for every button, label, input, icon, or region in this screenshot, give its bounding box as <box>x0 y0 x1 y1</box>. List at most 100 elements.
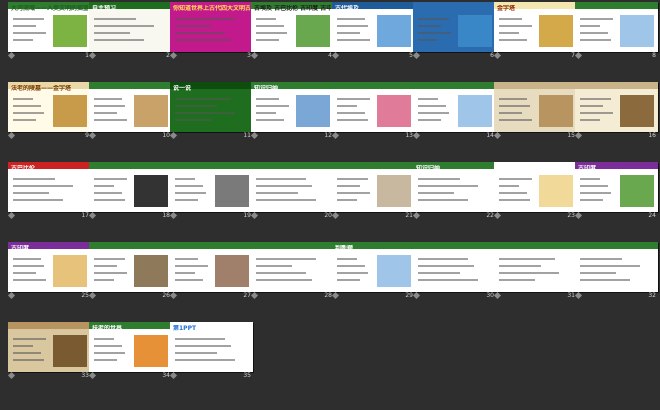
slide-image <box>53 255 87 287</box>
slide-text-line <box>175 39 231 41</box>
slide-text-line <box>580 258 622 260</box>
slide-thumbnail-17[interactable]: 古巴比伦 17 <box>7 162 91 222</box>
slide-preview[interactable] <box>89 242 172 292</box>
slide-thumbnail-19[interactable]: 19 <box>169 162 253 222</box>
slide-preview[interactable] <box>251 162 334 212</box>
slide-preview[interactable]: 古埃及 古巴比伦 古印度 古中国 <box>251 2 334 52</box>
slide-preview[interactable]: 知识归纳 <box>413 162 496 212</box>
slide-thumbnail-35[interactable]: 第1PPT 35 <box>169 322 253 382</box>
slide-text-line <box>418 98 438 100</box>
slide-preview[interactable]: 扶老的世界 <box>89 322 172 372</box>
slide-text-line <box>13 32 46 34</box>
slide-preview[interactable] <box>413 242 496 292</box>
slide-thumbnail-21[interactable]: 21 <box>331 162 415 222</box>
slide-text-line <box>256 98 280 100</box>
slide-preview[interactable]: 古印度 <box>8 242 91 292</box>
transition-icon <box>412 51 421 60</box>
slide-preview[interactable]: 古代埃及 <box>332 2 415 52</box>
slide-preview[interactable]: 第1PPT <box>170 322 253 372</box>
slide-thumbnail-22[interactable]: 知识归纳 22 <box>412 162 496 222</box>
slide-preview[interactable] <box>494 242 577 292</box>
slide-preview[interactable] <box>494 82 577 132</box>
slide-preview[interactable]: 知识归纳 <box>251 82 334 132</box>
slide-text-line <box>13 25 37 27</box>
transition-icon <box>88 51 97 60</box>
slide-thumbnail-9[interactable]: 法老的陵墓——金字塔 9 <box>7 82 91 142</box>
slide-preview[interactable] <box>332 82 415 132</box>
slide-thumbnail-13[interactable]: 13 <box>331 82 415 142</box>
slide-image <box>377 15 411 47</box>
transition-icon <box>169 371 178 380</box>
slide-preview[interactable]: 法老的陵墓——金字塔 <box>8 82 91 132</box>
slide-image <box>458 15 492 47</box>
slide-thumbnail-5[interactable]: 古代埃及 5 <box>331 2 415 62</box>
slide-thumbnail-30[interactable]: 30 <box>412 242 496 302</box>
slide-thumbnail-20[interactable]: 20 <box>250 162 334 222</box>
slide-preview[interactable] <box>8 322 91 372</box>
slide-thumbnail-3[interactable]: 你知道世界上古代四大文明古国吗？3 <box>169 2 253 62</box>
slide-thumbnail-10[interactable]: 10 <box>88 82 172 142</box>
slide-text-line <box>13 178 55 180</box>
slide-thumbnail-33[interactable]: 33 <box>7 322 91 382</box>
slide-text-line <box>580 112 613 114</box>
slide-text-line <box>175 105 217 107</box>
slide-title: 扶老的世界 <box>92 325 123 332</box>
slide-preview[interactable] <box>413 2 496 52</box>
slide-title-bar <box>89 82 172 89</box>
transition-icon <box>7 371 16 380</box>
slide-title-bar <box>89 162 172 169</box>
slide-preview[interactable] <box>170 242 253 292</box>
slide-preview[interactable] <box>575 82 658 132</box>
slide-thumbnail-32[interactable]: 32 <box>574 242 658 302</box>
slide-thumbnail-8[interactable]: 8 <box>574 2 658 62</box>
slide-preview[interactable] <box>170 162 253 212</box>
slide-preview[interactable]: 判断题 <box>332 242 415 292</box>
slide-thumbnail-34[interactable]: 扶老的世界 34 <box>88 322 172 382</box>
slide-thumbnail-11[interactable]: 说一说 11 <box>169 82 253 142</box>
slide-thumbnail-12[interactable]: 知识归纳 12 <box>250 82 334 142</box>
slide-thumbnail-16[interactable]: 16 <box>574 82 658 142</box>
slide-preview[interactable]: 古印度 <box>575 162 658 212</box>
slide-preview[interactable]: 你知道世界上古代四大文明古国吗？ <box>170 2 253 52</box>
slide-preview[interactable] <box>575 242 658 292</box>
slide-thumbnail-27[interactable]: 27 <box>169 242 253 302</box>
transition-icon <box>493 291 502 300</box>
slide-preview[interactable]: 古巴比伦 <box>8 162 91 212</box>
slide-preview[interactable]: 说一说 <box>170 82 253 132</box>
slide-preview[interactable] <box>575 2 658 52</box>
slide-preview[interactable] <box>89 162 172 212</box>
slide-title: 古代埃及 <box>335 5 360 12</box>
slide-thumbnail-31[interactable]: 31 <box>493 242 577 302</box>
slide-image <box>377 255 411 287</box>
slide-thumbnail-29[interactable]: 判断题 29 <box>331 242 415 302</box>
slide-preview[interactable]: 金字塔 <box>494 2 577 52</box>
slide-thumbnail-24[interactable]: 古印度 24 <box>574 162 658 222</box>
slide-text-line <box>256 199 316 201</box>
slide-thumbnail-14[interactable]: 14 <box>412 82 496 142</box>
slide-text-line <box>13 352 41 354</box>
slide-preview[interactable] <box>494 162 577 212</box>
slide-thumbnail-1[interactable]: 大河流域——人类文明的摇篮 1 <box>7 2 91 62</box>
slide-title-bar <box>413 82 496 89</box>
slide-thumbnail-25[interactable]: 古印度 25 <box>7 242 91 302</box>
slide-thumbnail-26[interactable]: 26 <box>88 242 172 302</box>
slide-preview[interactable]: 大河流域——人类文明的摇篮 <box>8 2 91 52</box>
slide-preview[interactable]: 自主预习 <box>89 2 172 52</box>
slide-text-line <box>256 18 276 20</box>
slide-thumbnail-23[interactable]: 23 <box>493 162 577 222</box>
slide-thumbnail-28[interactable]: 28 <box>250 242 334 302</box>
slide-preview[interactable] <box>413 82 496 132</box>
slide-thumbnail-6[interactable]: 6 <box>412 2 496 62</box>
slide-preview[interactable] <box>89 82 172 132</box>
slide-thumbnail-7[interactable]: 金字塔 7 <box>493 2 577 62</box>
slide-preview[interactable] <box>251 242 334 292</box>
slide-thumbnail-4[interactable]: 古埃及 古巴比伦 古印度 古中国 4 <box>250 2 334 62</box>
slide-text-line <box>337 112 365 114</box>
slide-text-line <box>94 18 136 20</box>
slide-thumbnail-15[interactable]: 15 <box>493 82 577 142</box>
slide-preview[interactable] <box>332 162 415 212</box>
slide-thumbnail-18[interactable]: 18 <box>88 162 172 222</box>
slide-text-line <box>94 178 127 180</box>
slide-thumbnail-2[interactable]: 自主预习 2 <box>88 2 172 62</box>
slide-number: 10 <box>162 132 170 139</box>
